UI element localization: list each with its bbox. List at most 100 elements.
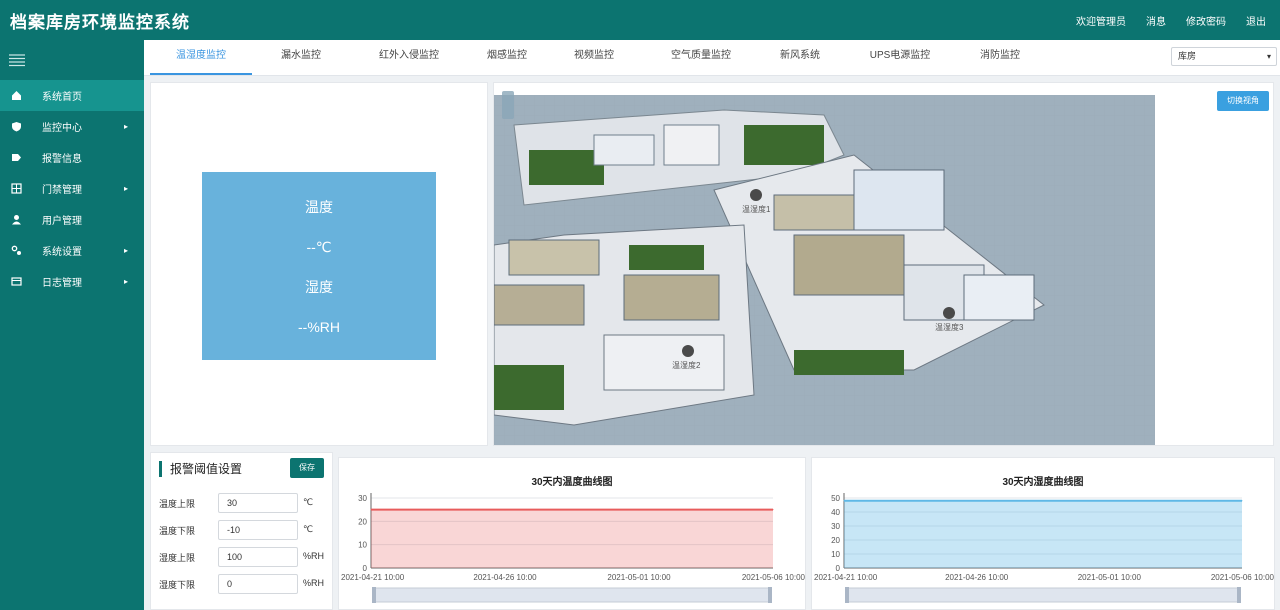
scene-panel: 温湿度1 温湿度2 温湿度3 切换视角: [493, 82, 1274, 446]
logout-link[interactable]: 退出: [1246, 13, 1266, 28]
tab-infrared[interactable]: 红外入侵监控: [350, 40, 468, 75]
log-icon: [10, 276, 22, 288]
door-icon: [10, 183, 22, 195]
switch-view-button[interactable]: 切换视角: [1217, 91, 1269, 111]
threshold-label: 湿度下限: [159, 580, 196, 590]
temp-max-field[interactable]: 30: [218, 493, 298, 513]
change-password-link[interactable]: 修改密码: [1186, 13, 1226, 28]
tab-temp-humidity[interactable]: 温湿度监控: [150, 40, 252, 75]
x-tick-label: 2021-05-06 10:00: [742, 573, 806, 582]
threshold-row-temp-max: 温度上限 30 ℃: [151, 493, 331, 515]
top-bar: 档案库房环境监控系统 欢迎管理员 消息 修改密码 退出: [0, 0, 1280, 40]
x-tick-label: 2021-04-21 10:00: [814, 573, 878, 582]
sensor-card[interactable]: 温度 --℃ 湿度 --%RH: [202, 172, 436, 360]
zoom-slider: [372, 587, 772, 603]
chevron-right-icon: ▸: [123, 246, 128, 255]
x-tick-label: 2021-05-06 10:00: [1211, 573, 1275, 582]
sidebar-item-log[interactable]: 日志管理 ▸: [0, 266, 144, 297]
humidity-chart-panel: 30天内湿度曲线图 0 10 20 30 40 50 2021-04-21 10:00 202…: [811, 457, 1275, 610]
tab-video[interactable]: 视频监控: [546, 40, 642, 75]
menu-toggle-icon[interactable]: [0, 40, 144, 80]
message-link[interactable]: 消息: [1146, 13, 1166, 28]
temperature-chart[interactable]: 0 10 20 30 2021-04-21 10:00 2021-04-26 10:00 2…: [339, 458, 807, 610]
lawn-area: [794, 350, 904, 375]
sidebar-item-alarm[interactable]: 报警信息: [0, 142, 144, 173]
sensor-label-3: 温湿度3: [935, 322, 964, 332]
y-tick-label: 10: [358, 541, 367, 550]
humidity-chart[interactable]: 0 10 20 30 40 50 2021-04-21 10:00 2021-04-26 10…: [812, 458, 1276, 610]
storage-select[interactable]: 库房 ▾: [1171, 47, 1277, 66]
tab-fire[interactable]: 消防监控: [960, 40, 1040, 75]
sidebar-item-label: 用户管理: [42, 216, 82, 227]
top-links: 欢迎管理员 消息 修改密码 退出: [1076, 13, 1266, 28]
data-point: [504, 509, 506, 511]
sidebar-item-label: 报警信息: [42, 154, 82, 165]
y-tick-label: 30: [831, 522, 840, 531]
user-icon: [10, 214, 22, 226]
sensor-marker-icon[interactable]: [682, 345, 694, 357]
sensor-marker-icon[interactable]: [943, 307, 955, 319]
temperature-label: 温度: [305, 199, 333, 215]
tab-water-leak[interactable]: 漏水监控: [252, 40, 350, 75]
sidebar-item-label: 系统设置: [42, 247, 82, 258]
temperature-chart-panel: 30天内温度曲线图 0 10 20 30 2021-04-21 10:00 2021-04…: [338, 457, 806, 610]
data-point: [1108, 500, 1110, 502]
chevron-right-icon: ▸: [123, 277, 128, 286]
lawn-area: [529, 150, 604, 185]
sensor-label-1: 温湿度1: [742, 204, 771, 214]
y-tick-label: 20: [358, 517, 367, 526]
zoom-handle-right: [1237, 587, 1241, 603]
sensor-panel: 温度 --℃ 湿度 --%RH: [150, 82, 488, 446]
save-button[interactable]: 保存: [290, 458, 324, 478]
storage-select-value: 库房: [1178, 51, 1197, 61]
sensor-label-2: 温湿度2: [672, 360, 701, 370]
x-tick-label: 2021-04-26 10:00: [945, 573, 1009, 582]
chevron-right-icon: ▸: [123, 184, 128, 193]
home-icon: [10, 90, 22, 102]
y-tick-label: 30: [358, 494, 367, 503]
y-tick-label: 50: [831, 494, 840, 503]
threshold-label: 温度下限: [159, 526, 196, 536]
temperature-value: --℃: [306, 239, 332, 255]
y-tick-label: 40: [831, 508, 840, 517]
sensor-marker-icon[interactable]: [750, 189, 762, 201]
threshold-panel: 报警阈值设置 保存 温度上限 30 ℃ 温度下限 -10 ℃ 湿度上限 100 …: [150, 452, 333, 610]
series-area: [371, 509, 773, 568]
settings-icon: [10, 245, 22, 257]
chevron-down-icon: ▾: [1266, 52, 1271, 61]
threshold-unit: %RH: [303, 551, 325, 561]
y-tick-label: 0: [363, 564, 368, 573]
tab-ups[interactable]: UPS电源监控: [840, 40, 960, 75]
alarm-icon: [10, 152, 22, 164]
tab-smoke[interactable]: 烟感监控: [468, 40, 546, 75]
threshold-unit: ℃: [303, 524, 314, 534]
data-point: [772, 509, 774, 511]
threshold-unit: ℃: [303, 497, 314, 507]
sidebar-item-door[interactable]: 门禁管理 ▸: [0, 173, 144, 204]
sidebar-item-settings[interactable]: 系统设置 ▸: [0, 235, 144, 266]
data-point: [976, 500, 978, 502]
lawn-area: [629, 245, 704, 270]
sidebar-item-home[interactable]: 系统首页: [0, 80, 144, 111]
threshold-unit: %RH: [303, 578, 325, 588]
humidity-min-field[interactable]: 0: [218, 574, 298, 594]
app-title: 档案库房环境监控系统: [10, 12, 190, 32]
threshold-row-temp-min: 温度下限 -10 ℃: [151, 520, 331, 542]
sidebar-item-label: 监控中心: [42, 123, 82, 134]
temp-min-field[interactable]: -10: [218, 520, 298, 540]
y-tick-label: 10: [831, 550, 840, 559]
warehouse-3d-view[interactable]: 温湿度1 温湿度2 温湿度3: [494, 95, 1155, 446]
tab-air-quality[interactable]: 空气质量监控: [642, 40, 760, 75]
welcome-link[interactable]: 欢迎管理员: [1076, 13, 1126, 28]
scene-zoom-control[interactable]: [502, 91, 514, 119]
tab-fresh-air[interactable]: 新风系统: [760, 40, 840, 75]
threshold-row-humidity-max: 湿度上限 100 %RH: [151, 547, 331, 569]
sidebar-item-user[interactable]: 用户管理: [0, 204, 144, 235]
humidity-max-field[interactable]: 100: [218, 547, 298, 567]
zoom-handle-right: [768, 587, 772, 603]
humidity-value: --%RH: [298, 319, 340, 335]
sidebar-item-monitor[interactable]: 监控中心 ▸: [0, 111, 144, 142]
data-point: [1241, 500, 1243, 502]
threshold-label: 温度上限: [159, 499, 196, 509]
lawn-area: [494, 365, 564, 410]
